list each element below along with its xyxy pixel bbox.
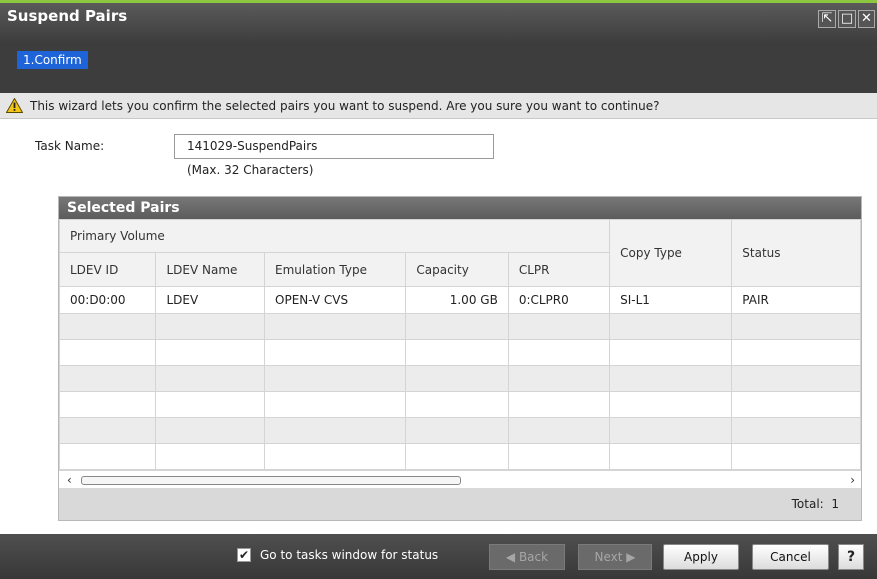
- group-header-primary-volume: Primary Volume: [58, 219, 611, 253]
- title-bar: Suspend Pairs ⇱ □ ✕: [0, 0, 877, 44]
- maximize-icon[interactable]: □: [838, 10, 856, 28]
- back-button[interactable]: ◀ Back: [489, 544, 565, 570]
- footer-bar: ✔ Go to tasks window for status ◀ Back N…: [0, 534, 877, 579]
- col-header-copy-type[interactable]: Copy Type: [609, 219, 733, 287]
- table-row-empty: [58, 417, 861, 444]
- scrollbar-thumb[interactable]: [81, 476, 461, 485]
- table-row[interactable]: 00:D0:00 LDEV OPEN-V CVS 1.00 GB 0:CLPR0…: [58, 286, 861, 314]
- table-row-empty: [58, 339, 861, 366]
- total-label: Total:: [791, 497, 824, 511]
- total-count: Total: 1: [792, 497, 839, 511]
- cell-clpr: 0:CLPR0: [507, 286, 611, 314]
- col-header-ldev-name[interactable]: LDEV Name: [155, 252, 266, 287]
- horizontal-scrollbar[interactable]: ‹ ›: [59, 470, 861, 489]
- go-to-tasks-label[interactable]: Go to tasks window for status: [260, 548, 438, 562]
- window-title: Suspend Pairs: [7, 7, 128, 25]
- total-bar: Total: 1: [59, 488, 861, 520]
- table-row-empty: [58, 391, 861, 418]
- apply-button[interactable]: Apply: [663, 544, 739, 570]
- cell-copy-type: SI-L1: [609, 286, 733, 314]
- wizard-step-bar: 1.Confirm: [0, 44, 877, 93]
- warning-icon: [6, 98, 23, 113]
- col-header-capacity[interactable]: Capacity: [405, 252, 509, 287]
- cell-capacity: 1.00 GB: [405, 286, 509, 314]
- task-name-label: Task Name:: [35, 139, 105, 153]
- cell-ldev-id: 00:D0:00: [58, 286, 157, 314]
- scroll-right-icon[interactable]: ›: [850, 473, 855, 487]
- cell-ldev-name: LDEV: [155, 286, 266, 314]
- go-to-tasks-checkbox[interactable]: ✔: [237, 548, 251, 562]
- table-row-empty: [58, 365, 861, 392]
- total-value: 1: [831, 497, 839, 511]
- next-button[interactable]: Next ▶: [578, 544, 652, 570]
- cell-emulation-type: OPEN-V CVS: [264, 286, 407, 314]
- step-confirm: 1.Confirm: [17, 51, 88, 69]
- close-icon[interactable]: ✕: [858, 10, 875, 28]
- cancel-button[interactable]: Cancel: [752, 544, 829, 570]
- table-row-empty: [58, 443, 861, 470]
- col-header-emulation-type[interactable]: Emulation Type: [264, 252, 407, 287]
- col-header-ldev-id[interactable]: LDEV ID: [58, 252, 157, 287]
- col-header-status[interactable]: Status: [731, 219, 861, 287]
- pin-icon[interactable]: ⇱: [818, 10, 836, 28]
- help-button[interactable]: ?: [838, 544, 864, 570]
- cell-status: PAIR: [731, 286, 861, 314]
- selected-pairs-panel: Selected Pairs Primary Volume Copy Type …: [58, 196, 862, 521]
- selected-pairs-title: Selected Pairs: [59, 197, 861, 219]
- task-name-hint: (Max. 32 Characters): [187, 163, 314, 177]
- selected-pairs-table: Primary Volume Copy Type Status LDEV ID …: [58, 219, 861, 470]
- task-name-input[interactable]: 141029-SuspendPairs: [174, 134, 494, 159]
- info-bar: This wizard lets you confirm the selecte…: [0, 93, 877, 119]
- table-row-empty: [58, 313, 861, 340]
- info-message: This wizard lets you confirm the selecte…: [30, 99, 660, 113]
- scroll-left-icon[interactable]: ‹: [67, 473, 72, 487]
- col-header-clpr[interactable]: CLPR: [507, 252, 611, 287]
